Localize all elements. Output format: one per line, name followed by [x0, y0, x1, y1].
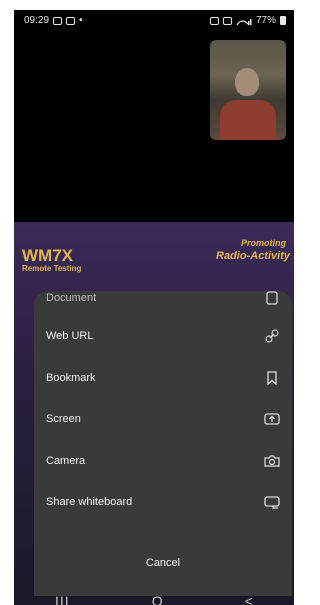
share-option-label: Screen — [46, 413, 81, 425]
mute-icon — [222, 16, 232, 25]
home-button[interactable]: O — [152, 593, 163, 605]
share-option-whiteboard[interactable]: Share whiteboard — [34, 481, 292, 523]
screen-share-icon — [264, 411, 280, 427]
share-option-label: Web URL — [46, 330, 94, 342]
camera-icon — [264, 453, 280, 469]
share-option-screen[interactable]: Screen — [34, 398, 292, 440]
notification-dot: • — [79, 15, 83, 26]
promo-line-1: Promoting — [241, 238, 286, 248]
clock: 09:29 — [24, 15, 50, 26]
notification-icon — [66, 16, 76, 25]
participant-body — [220, 100, 276, 140]
brand-logo-text: WM7X — [22, 246, 73, 265]
battery-icon — [280, 16, 286, 25]
signal-icon — [236, 18, 252, 25]
whiteboard-icon — [264, 494, 280, 510]
share-option-web-url[interactable]: Web URL — [34, 315, 292, 357]
battery-percent: 77% — [255, 15, 276, 26]
participant-head — [235, 68, 259, 96]
share-bottom-sheet: Document Web URL Bookmark Screen Camera — [34, 291, 292, 596]
cancel-button[interactable]: Cancel — [34, 541, 292, 585]
share-option-camera[interactable]: Camera — [34, 440, 292, 482]
android-nav-bar: III O < — [14, 587, 294, 605]
share-option-label: Bookmark — [46, 372, 96, 384]
document-icon — [264, 291, 280, 306]
notification-icon — [53, 16, 63, 25]
self-video-tile[interactable] — [210, 40, 286, 140]
link-status-icon — [209, 16, 219, 25]
share-option-label: Camera — [46, 455, 86, 467]
brand-subtitle: Remote Testing — [22, 264, 82, 273]
back-button[interactable]: < — [245, 593, 253, 605]
share-option-label: Document — [46, 292, 97, 304]
status-bar: 09:29 • 77% — [14, 10, 294, 32]
share-option-label: Share whiteboard — [46, 496, 133, 508]
share-option-bookmark[interactable]: Bookmark — [34, 357, 292, 399]
link-icon — [264, 328, 280, 344]
bookmark-icon — [264, 370, 280, 386]
recent-apps-button[interactable]: III — [55, 593, 70, 605]
phone-screen: 09:29 • 77% WM7X Remote Testing Promotin… — [14, 10, 294, 605]
promo-line-2: Radio-Activity — [216, 250, 290, 262]
